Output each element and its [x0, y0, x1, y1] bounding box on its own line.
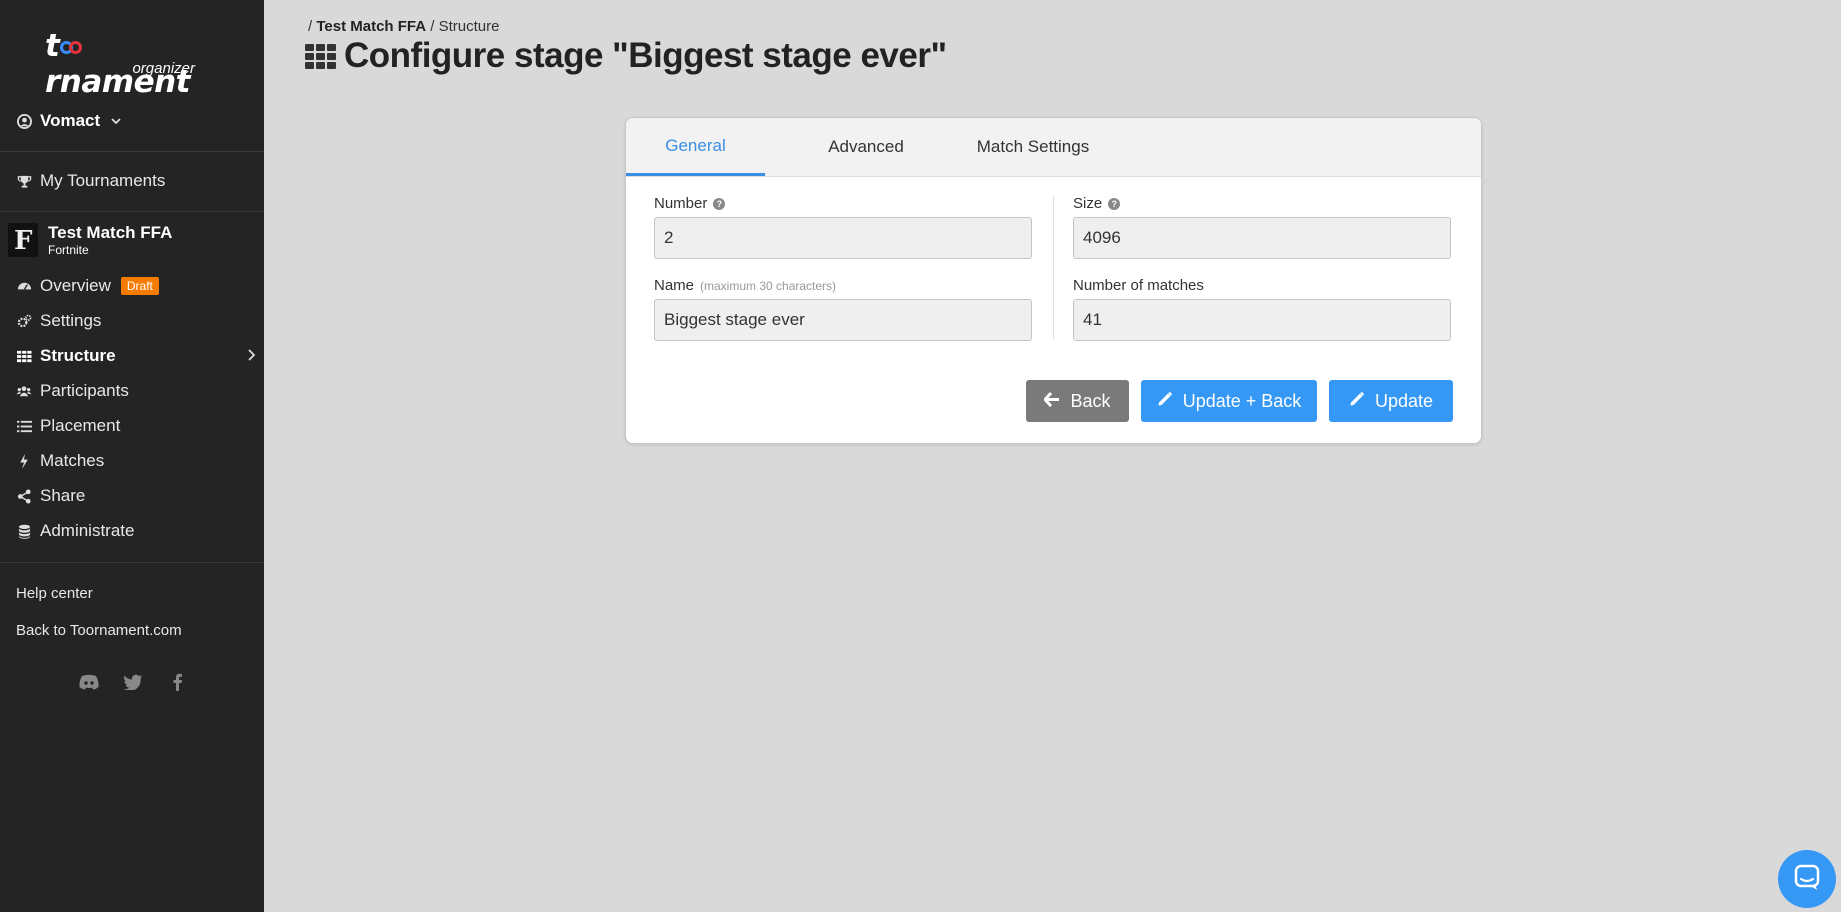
- twitter-icon[interactable]: [122, 671, 144, 693]
- bolt-icon: [16, 453, 32, 469]
- breadcrumb: / Test Match FFA / Structure: [308, 18, 500, 35]
- cogs-icon: [16, 313, 32, 329]
- grid-icon: [305, 43, 336, 69]
- sidebar-item-label: Placement: [40, 416, 121, 435]
- sidebar-item-label: Participants: [40, 381, 129, 400]
- arrow-left-icon: [1043, 391, 1060, 412]
- grid-icon: [16, 348, 32, 364]
- pencil-icon: [1157, 391, 1173, 412]
- dashboard-icon: [16, 278, 32, 294]
- sidebar-item-settings[interactable]: Settings: [16, 311, 256, 331]
- number-of-matches-field[interactable]: [1073, 299, 1451, 341]
- sidebar-item-administrate[interactable]: Administrate: [16, 521, 256, 541]
- tab-advanced[interactable]: Advanced: [783, 118, 949, 176]
- matches-label: Number of matches: [1073, 277, 1204, 294]
- number-label: Number ?: [654, 195, 726, 212]
- share-icon: [16, 488, 32, 504]
- back-to-toornament-link[interactable]: Back to Toornament.com: [16, 622, 182, 639]
- support-chat-button[interactable]: [1778, 850, 1836, 908]
- pencil-icon: [1349, 391, 1365, 412]
- user-menu[interactable]: Vomact: [16, 111, 124, 131]
- name-hint: (maximum 30 characters): [700, 278, 837, 293]
- tab-bar: General Advanced Match Settings: [626, 118, 1481, 177]
- breadcrumb-current: Structure: [438, 18, 500, 35]
- sidebar-divider: [0, 211, 264, 212]
- trophy-icon: [16, 173, 32, 189]
- sidebar-item-overview[interactable]: Overview Draft: [16, 276, 256, 296]
- sidebar-divider: [0, 151, 264, 152]
- tournament-name: Test Match FFA: [48, 223, 173, 242]
- draft-badge: Draft: [120, 277, 159, 295]
- breadcrumb-tournament-link[interactable]: Test Match FFA: [316, 18, 426, 35]
- facebook-icon[interactable]: [166, 671, 188, 693]
- logo-rings-icon: [60, 38, 84, 58]
- sidebar-item-label: Matches: [40, 451, 105, 470]
- sidebar-item-label: Share: [40, 486, 86, 505]
- column-divider: [1053, 196, 1054, 339]
- help-center-link[interactable]: Help center: [16, 585, 93, 602]
- game-thumbnail: F: [8, 223, 38, 257]
- page-title-row: Configure stage "Biggest stage ever": [305, 36, 947, 76]
- sidebar-item-participants[interactable]: Participants: [16, 381, 256, 401]
- tournament-header[interactable]: F Test Match FFA Fortnite: [8, 223, 172, 257]
- sidebar-item-label: Administrate: [40, 521, 135, 540]
- sidebar-item-label: Overview: [40, 276, 111, 295]
- users-icon: [16, 383, 32, 399]
- update-back-button[interactable]: Update + Back: [1141, 380, 1317, 422]
- number-field[interactable]: [654, 217, 1032, 259]
- name-field[interactable]: [654, 299, 1032, 341]
- chevron-right-icon: [247, 348, 256, 364]
- tab-match-settings[interactable]: Match Settings: [949, 118, 1117, 176]
- sidebar-item-label: Settings: [40, 311, 102, 330]
- help-icon[interactable]: ?: [713, 197, 726, 210]
- stage-config-card: General Advanced Match Settings Number ?…: [625, 117, 1482, 444]
- list-icon: [16, 418, 32, 434]
- back-button[interactable]: Back: [1026, 380, 1129, 422]
- name-label: Name (maximum 30 characters): [654, 277, 837, 294]
- sidebar-item-placement[interactable]: Placement: [16, 416, 256, 436]
- database-icon: [16, 523, 32, 539]
- update-button[interactable]: Update: [1329, 380, 1453, 422]
- toornament-logo[interactable]: t rnament organizer: [45, 28, 225, 100]
- user-name: Vomact: [40, 111, 101, 130]
- page-title: Configure stage "Biggest stage ever": [344, 36, 947, 75]
- size-field[interactable]: [1073, 217, 1451, 259]
- size-label: Size ?: [1073, 195, 1121, 212]
- sidebar-divider: [0, 562, 264, 563]
- user-circle-icon: [16, 113, 32, 129]
- sidebar-item-structure[interactable]: Structure: [16, 346, 256, 366]
- sidebar-item-share[interactable]: Share: [16, 486, 256, 506]
- tournament-game: Fortnite: [48, 243, 89, 257]
- sidebar-item-label: My Tournaments: [40, 171, 166, 190]
- sidebar-item-my-tournaments[interactable]: My Tournaments: [16, 171, 256, 191]
- tab-general[interactable]: General: [626, 118, 765, 176]
- discord-icon[interactable]: [78, 671, 100, 693]
- social-links: [78, 671, 188, 693]
- chat-icon: [1793, 863, 1821, 896]
- sidebar: t rnament organizer Vomact My Tournaments…: [0, 0, 264, 912]
- chevron-down-icon: [108, 113, 124, 129]
- sidebar-item-label: Structure: [40, 346, 116, 365]
- sidebar-item-matches[interactable]: Matches: [16, 451, 256, 471]
- logo-subtitle: organizer: [132, 60, 195, 77]
- help-icon[interactable]: ?: [1108, 197, 1121, 210]
